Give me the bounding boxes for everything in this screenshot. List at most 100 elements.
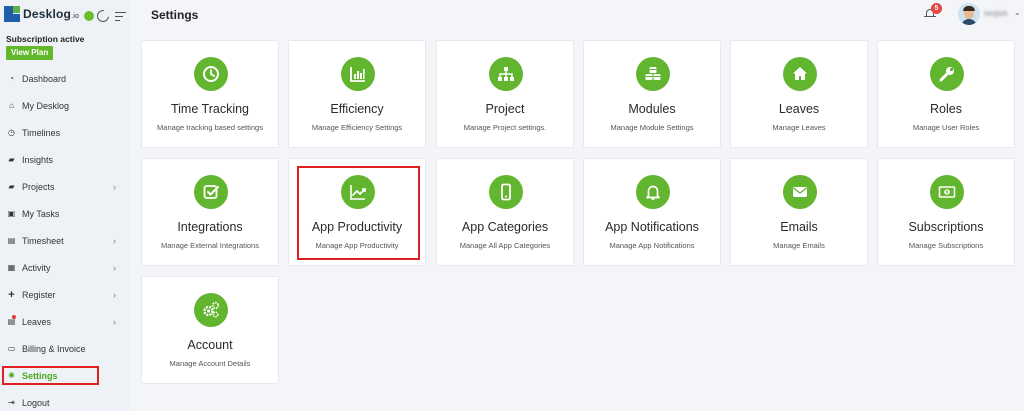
- sidebar-item-label: My Desklog: [22, 100, 70, 111]
- envelope-icon: [783, 175, 817, 209]
- app-productivity-highlight-box: [297, 166, 420, 260]
- settings-card-project[interactable]: Project Manage Project settings.: [436, 40, 574, 148]
- notification-badge: 5: [931, 3, 942, 14]
- dashboard-icon: ◔: [9, 74, 14, 83]
- card-subtitle: Manage tracking based settings: [157, 123, 263, 132]
- chevron-right-icon: ›: [113, 262, 116, 273]
- sidebar-item-label: My Tasks: [22, 208, 60, 219]
- light-mode-icon[interactable]: [84, 11, 94, 21]
- sitemap-icon: [489, 57, 523, 91]
- sidebar-item-label: Register: [22, 289, 56, 300]
- sidebar-item-logout[interactable]: ⇥ Logout: [0, 389, 130, 411]
- gears-icon: [194, 293, 228, 327]
- card-subtitle: Manage All App Categories: [459, 241, 551, 250]
- settings-card-modules[interactable]: Modules Manage Module Settings: [583, 40, 721, 148]
- sidebar-item-label: Timelines: [22, 127, 61, 138]
- sidebar-item-insights[interactable]: ▰ Insights: [0, 146, 130, 173]
- sidebar-item-label: Timesheet: [22, 235, 64, 246]
- card-subtitle: Manage Efficiency Settings: [311, 123, 403, 132]
- chevron-right-icon: ›: [113, 181, 116, 192]
- logout-icon: ⇥: [8, 398, 15, 407]
- svg-text:$: $: [945, 190, 948, 196]
- card-title: Project: [485, 102, 525, 116]
- sidebar-item-my-tasks[interactable]: ▣ My Tasks: [0, 200, 130, 227]
- check-square-icon: [194, 175, 228, 209]
- sidebar-item-label: Dashboard: [22, 73, 67, 84]
- calendar-icon: ▤: [7, 236, 16, 245]
- card-subtitle: Manage User Roles: [912, 123, 980, 132]
- bell-icon: [636, 175, 670, 209]
- clock-icon: ◷: [8, 128, 15, 137]
- sidebar-item-label: Logout: [22, 397, 50, 408]
- sidebar-item-register[interactable]: + Register ›: [0, 281, 130, 308]
- card-subtitle: Manage App Notifications: [609, 241, 695, 250]
- settings-card-efficiency[interactable]: Efficiency Manage Efficiency Settings: [288, 40, 426, 148]
- card-title: Leaves: [778, 102, 820, 116]
- dark-mode-icon[interactable]: [97, 9, 111, 22]
- settings-card-subscriptions[interactable]: $ Subscriptions Manage Subscriptions: [877, 158, 1015, 266]
- card-subtitle: Manage Emails: [773, 241, 825, 250]
- settings-card-emails[interactable]: Emails Manage Emails: [730, 158, 868, 266]
- username[interactable]: renjish: [984, 9, 1008, 18]
- sidebar-item-label: Insights: [22, 154, 54, 165]
- card-subtitle: Manage Account Details: [169, 359, 251, 368]
- collapse-menu-icon[interactable]: [115, 11, 126, 21]
- sidebar-item-leaves[interactable]: ▤ Leaves ›: [0, 308, 130, 335]
- grid-icon: ▦: [7, 263, 16, 272]
- file-icon: ▭: [7, 344, 16, 353]
- sidebar-item-dashboard[interactable]: ◔ Dashboard: [0, 65, 130, 92]
- brand-logo[interactable]: Desklog.io: [4, 6, 79, 22]
- card-title: Subscriptions: [908, 220, 984, 234]
- page-title: Settings: [151, 8, 199, 22]
- tasks-icon: ▣: [7, 209, 16, 218]
- cubes-icon: [636, 57, 670, 91]
- card-subtitle: Manage Module Settings: [610, 123, 694, 132]
- sidebar-item-label: Activity: [22, 262, 51, 273]
- settings-card-leaves[interactable]: Leaves Manage Leaves: [730, 40, 868, 148]
- sidebar-item-my-desklog[interactable]: ⌂ My Desklog: [0, 92, 130, 119]
- sidebar-item-timelines[interactable]: ◷ Timelines: [0, 119, 130, 146]
- settings-card-roles[interactable]: Roles Manage User Roles: [877, 40, 1015, 148]
- desklog-logo-icon: [4, 6, 20, 22]
- settings-card-account[interactable]: Account Manage Account Details: [141, 276, 279, 384]
- theme-toggle[interactable]: [84, 9, 126, 22]
- money-icon: $: [930, 175, 964, 209]
- settings-card-time-tracking[interactable]: Time Tracking Manage tracking based sett…: [141, 40, 279, 148]
- settings-card-integrations[interactable]: Integrations Manage External Integration…: [141, 158, 279, 266]
- avatar[interactable]: [958, 3, 980, 25]
- sidebar-item-label: Billing & Invoice: [22, 343, 86, 354]
- card-title: Integrations: [177, 220, 243, 234]
- brand-name: Desklog.io: [23, 7, 80, 21]
- card-subtitle: Manage Leaves: [772, 123, 826, 132]
- card-title: Account: [187, 338, 233, 352]
- bar-chart-icon: [341, 57, 375, 91]
- plus-icon: +: [8, 288, 15, 301]
- card-title: Efficiency: [330, 102, 384, 116]
- home-icon: ⌂: [9, 101, 14, 110]
- sidebar: Desklog.io Subscription active View Plan…: [0, 0, 130, 411]
- sidebar-item-timesheet[interactable]: ▤ Timesheet ›: [0, 227, 130, 254]
- chevron-right-icon: ›: [113, 289, 116, 300]
- wrench-icon: [930, 57, 964, 91]
- settings-highlight-box: [2, 366, 99, 385]
- sidebar-nav: ◔ Dashboard ⌂ My Desklog ◷ Timelines ▰ I…: [0, 65, 130, 411]
- card-title: Emails: [780, 220, 818, 234]
- chevron-right-icon: ›: [113, 235, 116, 246]
- home-icon: [783, 57, 817, 91]
- clock-icon: [194, 57, 228, 91]
- sidebar-item-label: Leaves: [22, 316, 52, 327]
- settings-card-app-notifications[interactable]: App Notifications Manage App Notificatio…: [583, 158, 721, 266]
- book-icon: ▰: [8, 155, 15, 164]
- card-title: App Categories: [461, 220, 549, 234]
- sidebar-item-billing[interactable]: ▭ Billing & Invoice: [0, 335, 130, 362]
- view-plan-button[interactable]: View Plan: [6, 46, 54, 60]
- mobile-icon: [489, 175, 523, 209]
- card-subtitle: Manage Subscriptions: [908, 241, 984, 250]
- sidebar-item-label: Projects: [22, 181, 55, 192]
- settings-card-app-categories[interactable]: App Categories Manage All App Categories: [436, 158, 574, 266]
- sidebar-item-projects[interactable]: ▰ Projects ›: [0, 173, 130, 200]
- chevron-down-icon[interactable]: ⌄: [1014, 8, 1021, 17]
- card-title: Time Tracking: [170, 102, 250, 116]
- sidebar-item-activity[interactable]: ▦ Activity ›: [0, 254, 130, 281]
- card-subtitle: Manage External Integrations: [161, 241, 259, 250]
